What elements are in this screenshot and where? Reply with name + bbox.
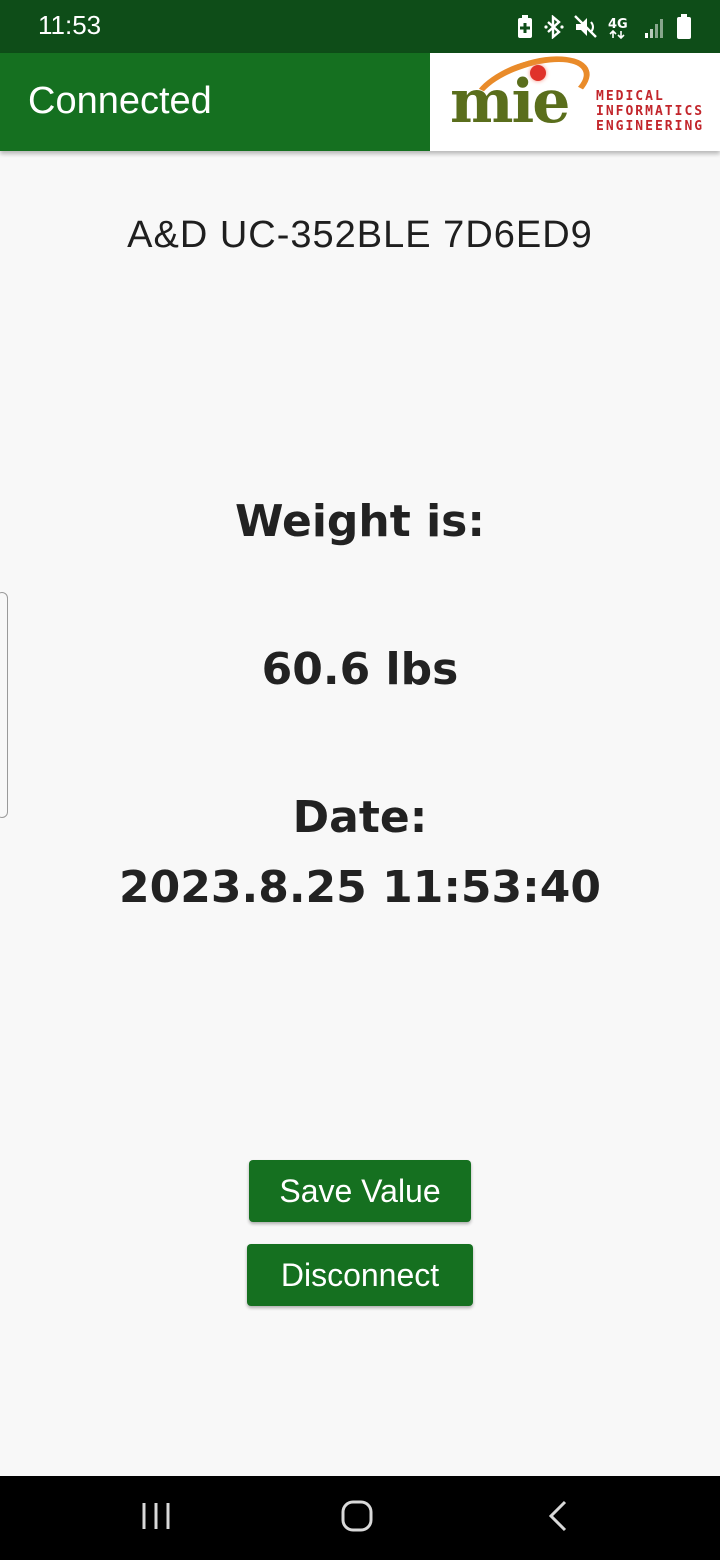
recents-icon: [141, 1501, 171, 1536]
battery-saver-icon: [516, 15, 534, 39]
page-title: Connected: [28, 80, 212, 122]
logo-text-line: INFORMATICS: [596, 104, 705, 119]
logo-text: MEDICAL INFORMATICS ENGINEERING: [596, 89, 704, 134]
save-value-button[interactable]: Save Value: [249, 1160, 471, 1222]
date-value: 2023.8.25 11:53:40: [119, 862, 601, 913]
4g-icon: 4G: [608, 15, 634, 39]
edge-panel-handle[interactable]: [0, 592, 8, 818]
signal-icon: [644, 15, 666, 39]
logo-text-line: MEDICAL: [596, 89, 665, 104]
back-icon: [547, 1500, 569, 1537]
home-icon: [340, 1499, 374, 1538]
status-bar: 11:53 4G: [0, 0, 720, 53]
navigation-bar: [0, 1476, 720, 1560]
home-button[interactable]: [297, 1476, 417, 1560]
bluetooth-icon: [544, 15, 564, 39]
status-time: 11:53: [38, 10, 102, 40]
date-label: Date:: [292, 792, 428, 843]
battery-icon: [676, 14, 692, 40]
weight-label: Weight is:: [235, 496, 485, 547]
logo-wordmark: mie: [450, 67, 570, 137]
status-icons: 4G: [516, 12, 692, 42]
device-name: A&D UC-352BLE 7D6ED9: [127, 214, 593, 256]
recents-button[interactable]: [96, 1476, 216, 1560]
mie-logo: mie MEDICAL INFORMATICS ENGINEERING: [430, 43, 720, 151]
app-bar: Connected mie MEDICAL INFORMATICS ENGINE…: [0, 43, 720, 151]
back-button[interactable]: [498, 1476, 618, 1560]
mute-icon: [574, 15, 598, 39]
logo-text-line: ENGINEERING: [596, 119, 705, 134]
disconnect-button[interactable]: Disconnect: [247, 1244, 473, 1306]
4g-label: 4G: [608, 17, 628, 32]
weight-value: 60.6 lbs: [261, 644, 459, 695]
